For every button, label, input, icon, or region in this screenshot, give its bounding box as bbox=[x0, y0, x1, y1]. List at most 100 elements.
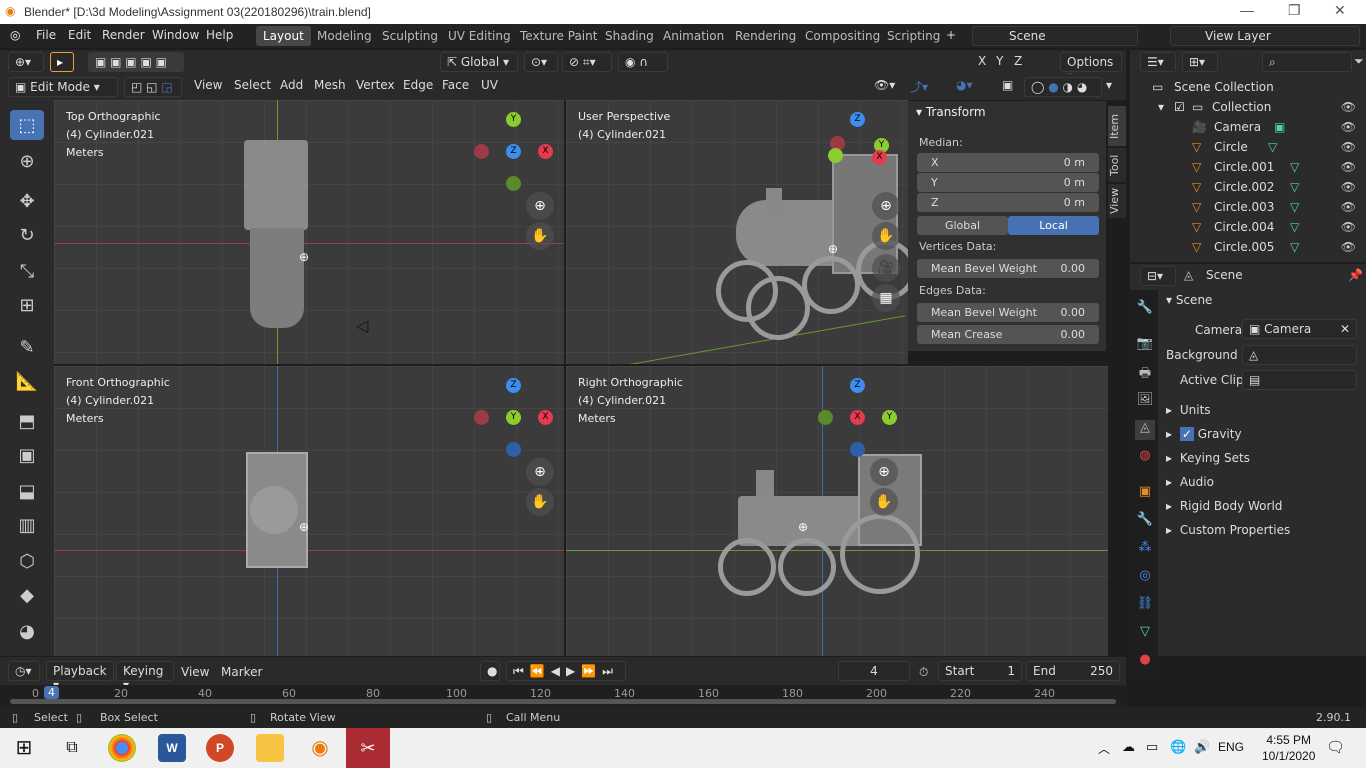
viewport-right[interactable]: Right Orthographic (4) Cylinder.021 Meters… bbox=[566, 366, 1108, 656]
gizmo-z[interactable]: Z bbox=[850, 378, 865, 393]
median-z-field[interactable]: Z 0 m bbox=[917, 193, 1099, 212]
gizmo-neg-z[interactable] bbox=[506, 442, 521, 457]
xray-icon[interactable]: ▣ bbox=[1002, 78, 1013, 92]
zoom-icon[interactable]: ⊕ bbox=[526, 458, 554, 486]
outliner-row[interactable]: 🎥 Camera ▣ 👁 bbox=[1130, 118, 1366, 138]
gizmo-z[interactable]: Z bbox=[506, 378, 521, 393]
expand-icon[interactable]: ▾ bbox=[1158, 100, 1164, 114]
notification-icon[interactable]: 🗨 bbox=[1326, 738, 1345, 756]
eye-icon[interactable]: 👁 bbox=[1341, 120, 1356, 134]
pivot-icon[interactable]: ⊙▾ bbox=[524, 52, 558, 72]
gizmo-x[interactable]: X bbox=[872, 150, 887, 165]
eye-icon[interactable]: 👁 bbox=[1341, 180, 1356, 194]
editor-type-icon[interactable]: ⊕▾ bbox=[8, 52, 44, 72]
zoom-icon[interactable]: ⊕ bbox=[870, 458, 898, 486]
gizmo-neg-y[interactable] bbox=[818, 410, 833, 425]
gizmo-neg-z[interactable] bbox=[850, 442, 865, 457]
menu-uv[interactable]: UV bbox=[481, 78, 498, 92]
transform-tool-icon[interactable]: ⊞ bbox=[10, 290, 44, 320]
shading-options-icon[interactable]: ▾ bbox=[1106, 78, 1112, 92]
world-tab-icon[interactable]: ◍ bbox=[1135, 448, 1155, 468]
options-dropdown[interactable]: Options ▾ bbox=[1060, 52, 1122, 83]
tab-rendering[interactable]: Rendering bbox=[728, 26, 803, 46]
poly-build-tool-icon[interactable]: ◆ bbox=[10, 580, 44, 610]
particles-tab-icon[interactable]: ⁂ bbox=[1135, 540, 1155, 560]
eye-icon[interactable]: 👁 bbox=[1341, 160, 1356, 174]
outliner-row[interactable]: ▽ Circle.003 ▽ 👁 bbox=[1130, 198, 1366, 218]
filter-icon[interactable]: ⏷ bbox=[1354, 54, 1364, 69]
menu-edit[interactable]: Edit bbox=[68, 28, 91, 42]
overlay-toggle-icon[interactable]: ◕▾ bbox=[956, 78, 973, 92]
gizmo-x[interactable]: X bbox=[850, 410, 865, 425]
outliner-editor-icon[interactable]: ☰▾ bbox=[1140, 52, 1176, 72]
perspective-toggle-icon[interactable]: ▦ bbox=[872, 284, 900, 312]
annotate-tool-icon[interactable]: ✎ bbox=[10, 332, 44, 362]
timeline-marker-menu[interactable]: Marker bbox=[221, 665, 262, 679]
blender-taskbar-icon[interactable]: ◉ bbox=[306, 734, 334, 762]
pin-icon[interactable]: 📌 bbox=[1348, 268, 1363, 282]
edge-bevel-weight-field[interactable]: Mean Bevel Weight 0.00 bbox=[917, 303, 1099, 322]
network-icon[interactable]: ☁ bbox=[1122, 739, 1135, 755]
menu-file[interactable]: File bbox=[36, 28, 56, 42]
maximize-icon[interactable]: ❐ bbox=[1288, 2, 1301, 19]
battery-icon[interactable]: ▭ bbox=[1146, 739, 1158, 755]
eye-icon[interactable]: 👁 bbox=[1341, 220, 1356, 234]
gizmo-x[interactable]: X bbox=[538, 410, 553, 425]
transform-orientation-dropdown[interactable]: ⇱ Global ▾ bbox=[440, 52, 518, 72]
local-toggle[interactable]: Local bbox=[1008, 216, 1099, 235]
gizmo-z[interactable]: Z bbox=[506, 144, 521, 159]
blender-menu-icon[interactable]: ◎ bbox=[10, 28, 20, 42]
stopwatch-icon[interactable]: ⏱ bbox=[919, 665, 928, 680]
tab-layout[interactable]: Layout bbox=[256, 26, 311, 46]
modifier-tab-icon[interactable]: 🔧 bbox=[1135, 512, 1155, 532]
knife-tool-icon[interactable]: ⬡ bbox=[10, 546, 44, 576]
tab-sculpting[interactable]: Sculpting bbox=[375, 26, 445, 46]
vertex-bevel-weight-field[interactable]: Mean Bevel Weight 0.00 bbox=[917, 259, 1099, 278]
units-panel[interactable]: ▸ Units bbox=[1166, 403, 1211, 417]
camera-field[interactable]: ▣ Camera ✕ bbox=[1242, 319, 1357, 339]
properties-editor-icon[interactable]: ⊟▾ bbox=[1140, 266, 1176, 286]
outliner-row[interactable]: ▽ Circle ▽ 👁 bbox=[1130, 138, 1366, 158]
zoom-icon[interactable]: ⊕ bbox=[872, 192, 900, 220]
cursor-tool-icon[interactable]: ⊕ bbox=[10, 146, 44, 176]
tab-shading[interactable]: Shading bbox=[598, 26, 661, 46]
menu-select[interactable]: Select bbox=[234, 78, 271, 92]
gizmo-z[interactable]: Z bbox=[850, 112, 865, 127]
gravity-panel[interactable]: ▸ ✓ Gravity bbox=[1166, 427, 1242, 441]
minimize-icon[interactable]: — bbox=[1240, 2, 1254, 18]
chrome-icon[interactable] bbox=[108, 734, 136, 762]
globe-icon[interactable]: 🌐 bbox=[1170, 739, 1186, 755]
eye-icon[interactable]: 👁 bbox=[1341, 200, 1356, 214]
clock[interactable]: 4:55 PM 10/1/2020 bbox=[1262, 732, 1315, 764]
custom-properties-panel[interactable]: ▸ Custom Properties bbox=[1166, 523, 1290, 537]
pan-hand-icon[interactable]: ✋ bbox=[526, 222, 554, 250]
windows-start-icon[interactable]: ⊞ bbox=[10, 734, 38, 762]
end-frame-field[interactable]: End 250 bbox=[1026, 661, 1120, 681]
proportional-edit-icon[interactable]: ◉ ∩ bbox=[618, 52, 668, 72]
powerpoint-icon[interactable]: P bbox=[206, 734, 234, 762]
scene-selector[interactable]: Scene bbox=[972, 26, 1138, 46]
tab-item[interactable]: Item bbox=[1108, 106, 1126, 146]
viewport-perspective[interactable]: User Perspective (4) Cylinder.021 ⊕ Z Y X… bbox=[566, 100, 908, 364]
gizmo-y[interactable]: Y bbox=[506, 410, 521, 425]
outliner-row[interactable]: ▾ ☑ ▭ Collection 👁 bbox=[1130, 98, 1366, 118]
tab-tool[interactable]: Tool bbox=[1108, 148, 1126, 182]
tab-modeling[interactable]: Modeling bbox=[310, 26, 379, 46]
mode-dropdown[interactable]: ▣ Edit Mode ▾ bbox=[8, 77, 118, 97]
gizmo-y[interactable]: Y bbox=[882, 410, 897, 425]
current-frame-field[interactable]: 4 bbox=[838, 661, 910, 681]
file-explorer-icon[interactable] bbox=[256, 734, 284, 762]
playhead[interactable]: 4 bbox=[44, 686, 59, 699]
inset-tool-icon[interactable]: ▣ bbox=[10, 440, 44, 470]
shading-modes[interactable]: ◯ ● ◑ ◕ bbox=[1024, 77, 1102, 97]
rigid-body-world-panel[interactable]: ▸ Rigid Body World bbox=[1166, 499, 1282, 513]
task-view-icon[interactable]: ⧉ bbox=[58, 734, 86, 762]
tray-chevron-icon[interactable]: ︿ bbox=[1098, 740, 1110, 757]
data-tab-icon[interactable]: ▽ bbox=[1135, 624, 1155, 644]
playback-dropdown[interactable]: Playback ▾ bbox=[46, 661, 114, 692]
eye-icon[interactable]: 👁 bbox=[1341, 140, 1356, 154]
constraints-tab-icon[interactable]: ⛓ bbox=[1135, 596, 1155, 616]
rotate-tool-icon[interactable]: ↻ bbox=[10, 220, 44, 250]
tab-view[interactable]: View bbox=[1108, 184, 1126, 218]
extrude-tool-icon[interactable]: ⬒ bbox=[10, 406, 44, 436]
